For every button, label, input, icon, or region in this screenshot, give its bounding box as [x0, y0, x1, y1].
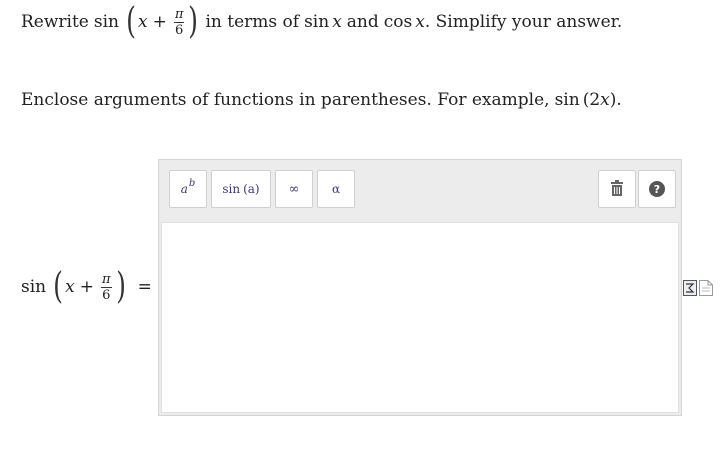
question-text: Rewrite sin ( x + π 6 ) in terms of sin … [21, 1, 623, 42]
pi-over-six: π 6 [173, 6, 185, 38]
editor-toolbar: ab sin (a) ∞ α ? [159, 160, 681, 220]
side-tools [683, 280, 713, 300]
var-x: x [138, 12, 148, 32]
help-icon: ? [649, 181, 665, 197]
question-prefix: Rewrite [21, 12, 89, 32]
sin-function: sin [93, 12, 119, 32]
greek-alpha-button[interactable]: α [317, 170, 355, 208]
question-middle: in terms of [205, 12, 300, 32]
equals-sign: = [137, 277, 152, 297]
document-icon[interactable] [699, 280, 713, 300]
answer-input[interactable] [161, 222, 679, 413]
trash-icon [610, 179, 624, 199]
equation-icon[interactable] [683, 280, 697, 300]
math-editor: ab sin (a) ∞ α ? [158, 159, 682, 416]
sin-function-button[interactable]: sin (a) [211, 170, 271, 208]
clear-button[interactable] [598, 170, 636, 208]
infinity-button[interactable]: ∞ [275, 170, 313, 208]
help-button[interactable]: ? [638, 170, 676, 208]
plus-sign: + [152, 12, 167, 32]
power-button[interactable]: ab [169, 170, 207, 208]
instruction-text: Enclose arguments of functions in parent… [21, 90, 622, 110]
answer-label: sin ( x + π 6 ) = [21, 266, 152, 307]
